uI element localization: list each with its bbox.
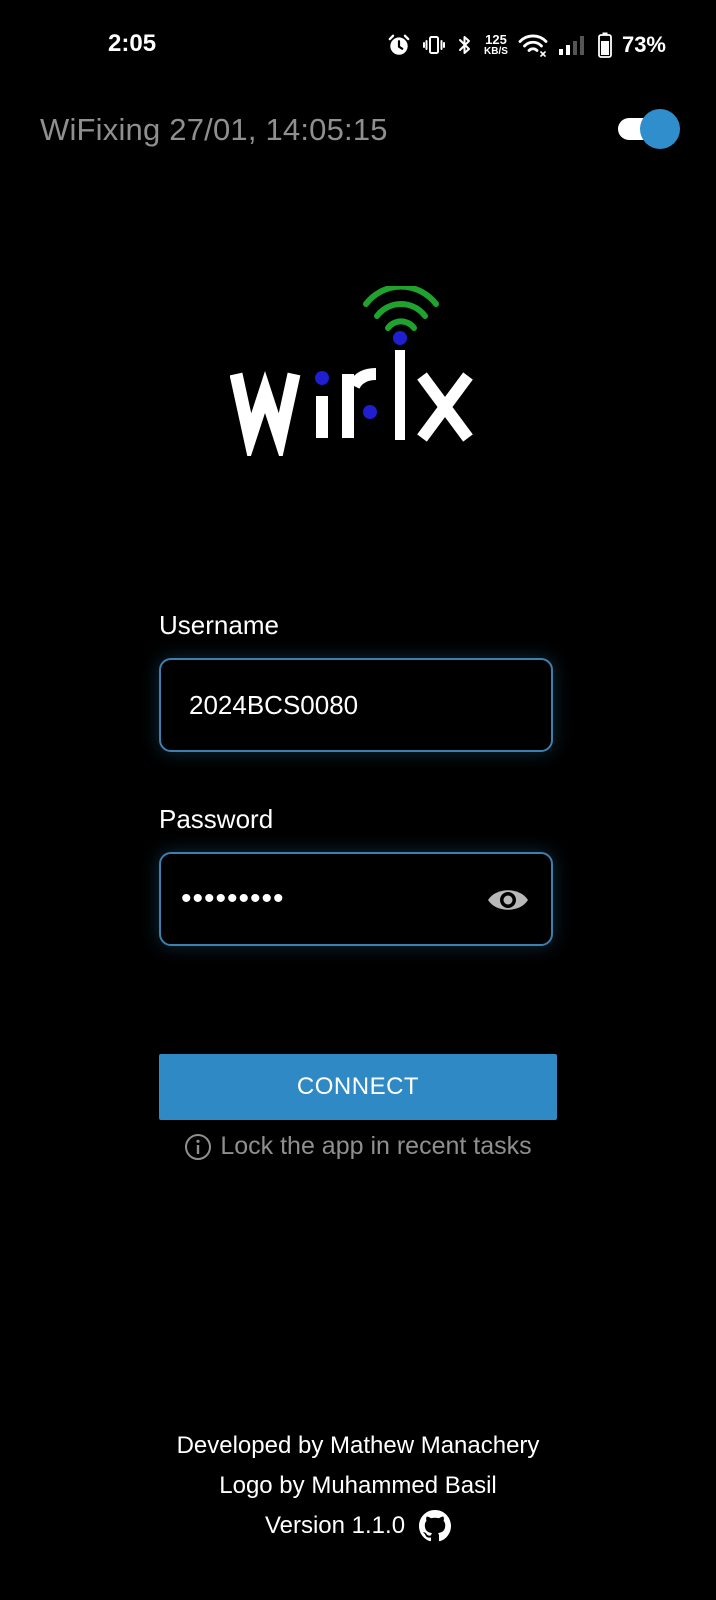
username-label: Username	[159, 610, 279, 640]
battery-percent: 73%	[621, 32, 666, 57]
net-speed-unit: KB/S	[484, 46, 508, 57]
version-text: Version 1.1.0	[264, 1512, 406, 1539]
username-input[interactable]	[189, 660, 489, 750]
developer-credit: Developed by Mathew Manachery	[176, 1432, 540, 1459]
password-input[interactable]	[181, 854, 481, 944]
status-icons: 125 KB/S 73%	[386, 28, 666, 62]
toggle-password-visibility-button[interactable]	[485, 882, 531, 918]
version-line: Version 1.1.0	[0, 1506, 716, 1546]
status-time: 2:05	[108, 30, 157, 57]
connect-button[interactable]: CONNECT	[159, 1054, 557, 1120]
net-speed-value: 125	[485, 32, 507, 47]
status-bar: 2:05 125 KB/S 73%	[0, 0, 716, 92]
wifi-icon	[518, 34, 548, 57]
net-speed: 125 KB/S	[484, 33, 508, 57]
github-icon[interactable]	[419, 1510, 452, 1542]
hint: Lock the app in recent tasks	[0, 1132, 716, 1161]
app-header: WiFixing 27/01, 14:05:15	[40, 108, 680, 152]
password-field-box[interactable]	[159, 852, 553, 946]
header-title: WiFixing 27/01, 14:05:15	[40, 112, 388, 147]
battery-icon	[598, 32, 612, 58]
footer: Developed by Mathew Manachery Logo by Mu…	[0, 1426, 716, 1546]
login-form: Username Password	[159, 606, 557, 946]
info-icon	[185, 1133, 212, 1160]
wifixing-toggle[interactable]	[616, 108, 680, 150]
wifix-logo: wifix	[230, 286, 473, 456]
alarm-icon	[388, 34, 410, 55]
eye-icon	[488, 890, 528, 910]
signal-icon	[558, 36, 584, 55]
bluetooth-icon	[459, 36, 471, 54]
toggle-thumb	[640, 109, 680, 149]
logo-credit: Logo by Muhammed Basil	[219, 1472, 497, 1499]
hint-text: Lock the app in recent tasks	[220, 1132, 532, 1160]
username-field-box[interactable]	[159, 658, 553, 752]
password-label: Password	[159, 804, 274, 834]
vibrate-icon	[423, 36, 446, 54]
